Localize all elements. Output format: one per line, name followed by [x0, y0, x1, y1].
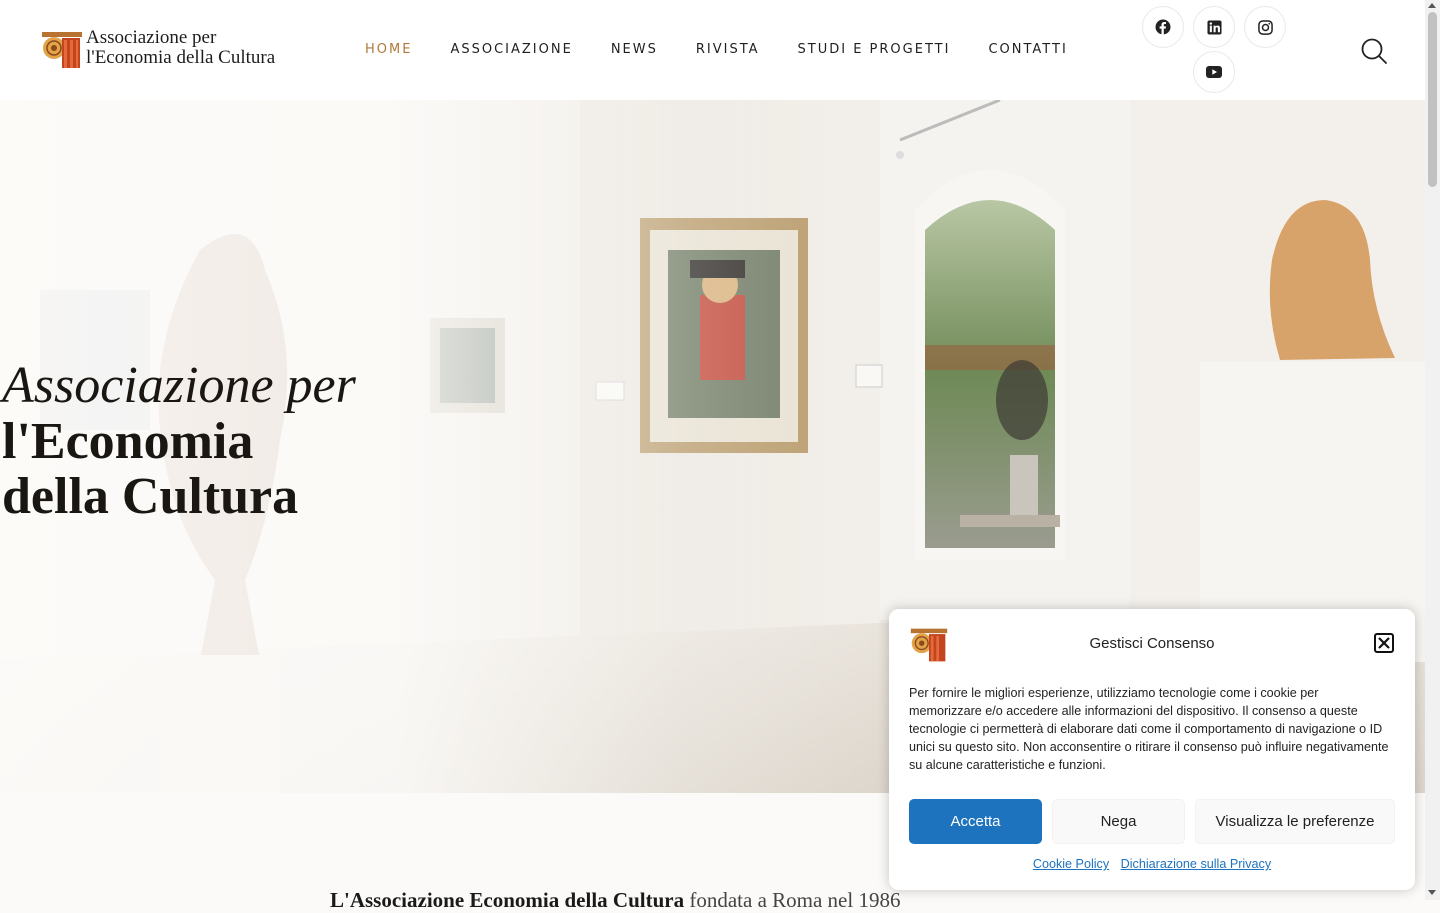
- instagram-icon: [1257, 19, 1273, 35]
- facebook-icon: [1155, 19, 1171, 35]
- logo-line-1: Associazione per: [86, 27, 217, 48]
- scroll-up-arrow-icon[interactable]: [1428, 3, 1436, 8]
- scroll-down-arrow-icon[interactable]: [1428, 890, 1436, 895]
- youtube-link[interactable]: [1193, 51, 1235, 93]
- cookie-close-button[interactable]: [1374, 633, 1394, 653]
- page-scrollbar[interactable]: [1425, 0, 1440, 900]
- search-icon: [1361, 38, 1387, 64]
- hero-title-line-2: l'Economia: [2, 413, 254, 470]
- deny-button[interactable]: Nega: [1052, 799, 1185, 844]
- instagram-link[interactable]: [1244, 6, 1286, 48]
- nav-rivista[interactable]: RIVISTA: [696, 40, 760, 60]
- nav-associazione[interactable]: ASSOCIAZIONE: [450, 40, 572, 60]
- search-button[interactable]: [1360, 37, 1388, 65]
- intro-paragraph: L'Associazione Economia della Cultura fo…: [330, 888, 900, 913]
- linkedin-icon: [1206, 19, 1222, 35]
- hero-title-line-1: Associazione per: [2, 357, 356, 414]
- site-header: Associazione per l'Economia della Cultur…: [0, 0, 1425, 100]
- cookie-policy-link[interactable]: Cookie Policy: [1033, 857, 1109, 871]
- main-nav: HOME ASSOCIAZIONE NEWS RIVISTA STUDI E P…: [365, 40, 1106, 60]
- cookie-dialog-title: Gestisci Consenso: [1089, 635, 1215, 652]
- view-preferences-button[interactable]: Visualizza le preferenze: [1195, 799, 1395, 844]
- intro-rest: fondata a Roma nel 1986: [684, 888, 901, 912]
- accept-button[interactable]: Accetta: [909, 799, 1042, 844]
- hero-title-line-3: della Cultura: [2, 468, 299, 525]
- youtube-icon: [1206, 66, 1222, 78]
- intro-bold: L'Associazione Economia della Cultura: [330, 888, 685, 912]
- cookie-links: Cookie Policy Dichiarazione sulla Privac…: [889, 857, 1415, 871]
- nav-news[interactable]: NEWS: [611, 40, 658, 60]
- nav-studi-e-progetti[interactable]: STUDI E PROGETTI: [798, 40, 951, 60]
- scrollbar-thumb[interactable]: [1428, 12, 1437, 187]
- hero-title: Associazione per l'Economia della Cultur…: [2, 357, 356, 525]
- privacy-statement-link[interactable]: Dichiarazione sulla Privacy: [1121, 857, 1272, 871]
- facebook-link[interactable]: [1142, 6, 1184, 48]
- logo-text: Associazione per l'Economia della Cultur…: [86, 28, 275, 68]
- site-logo[interactable]: Associazione per l'Economia della Cultur…: [40, 28, 285, 74]
- linkedin-link[interactable]: [1193, 6, 1235, 48]
- ionic-capital-logo-icon: [42, 32, 82, 68]
- close-icon: [1378, 637, 1390, 649]
- logo-line-2: l'Economia della Cultura: [86, 47, 276, 68]
- nav-contatti[interactable]: CONTATTI: [988, 40, 1067, 60]
- cookie-consent-dialog: Gestisci Consenso Per fornire le miglior…: [889, 609, 1415, 890]
- nav-home[interactable]: HOME: [365, 40, 412, 60]
- cookie-dialog-body: Per fornire le migliori esperienze, util…: [909, 686, 1389, 772]
